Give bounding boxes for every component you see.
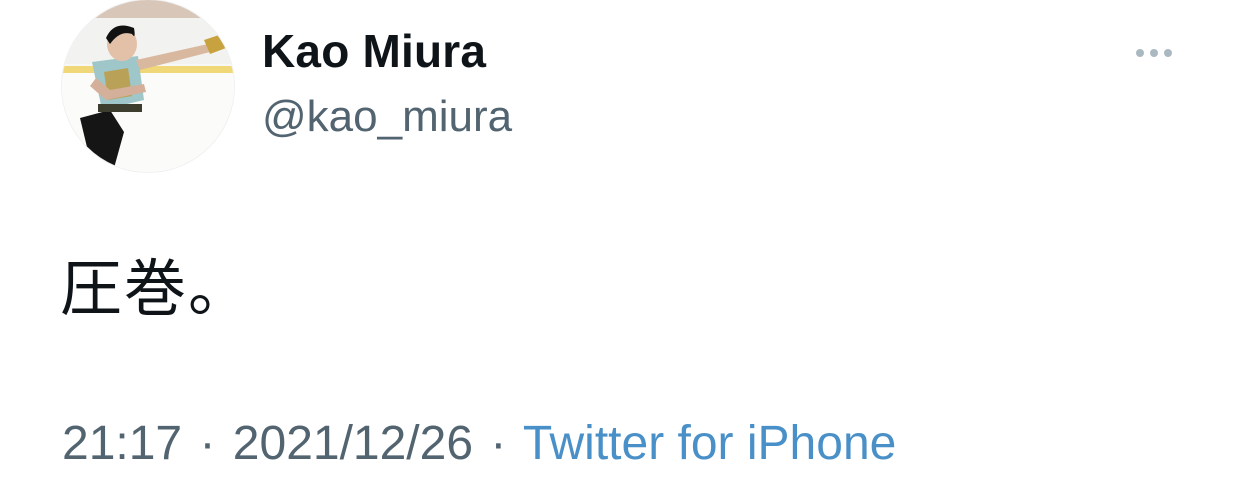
avatar-photo-icon: [62, 0, 234, 172]
tweet-text: 圧巻。: [60, 252, 253, 325]
author-handle[interactable]: @kao_miura: [262, 92, 512, 142]
more-options-button[interactable]: [1128, 36, 1180, 70]
tweet-metadata: 21:17 · 2021/12/26 · Twitter for iPhone: [62, 416, 896, 471]
tweet-source-link[interactable]: Twitter for iPhone: [523, 417, 897, 470]
more-horizontal-icon: [1164, 49, 1172, 57]
tweet-date[interactable]: 2021/12/26: [233, 417, 473, 470]
more-horizontal-icon: [1150, 49, 1158, 57]
separator: ·: [199, 417, 216, 470]
tweet-time[interactable]: 21:17: [62, 417, 182, 470]
tweet-card: Kao Miura @kao_miura 圧巻。 21:17 · 2021/12…: [0, 0, 1239, 495]
separator: ·: [490, 417, 507, 470]
author-display-name[interactable]: Kao Miura: [262, 24, 486, 78]
more-horizontal-icon: [1136, 49, 1144, 57]
avatar[interactable]: [62, 0, 234, 172]
